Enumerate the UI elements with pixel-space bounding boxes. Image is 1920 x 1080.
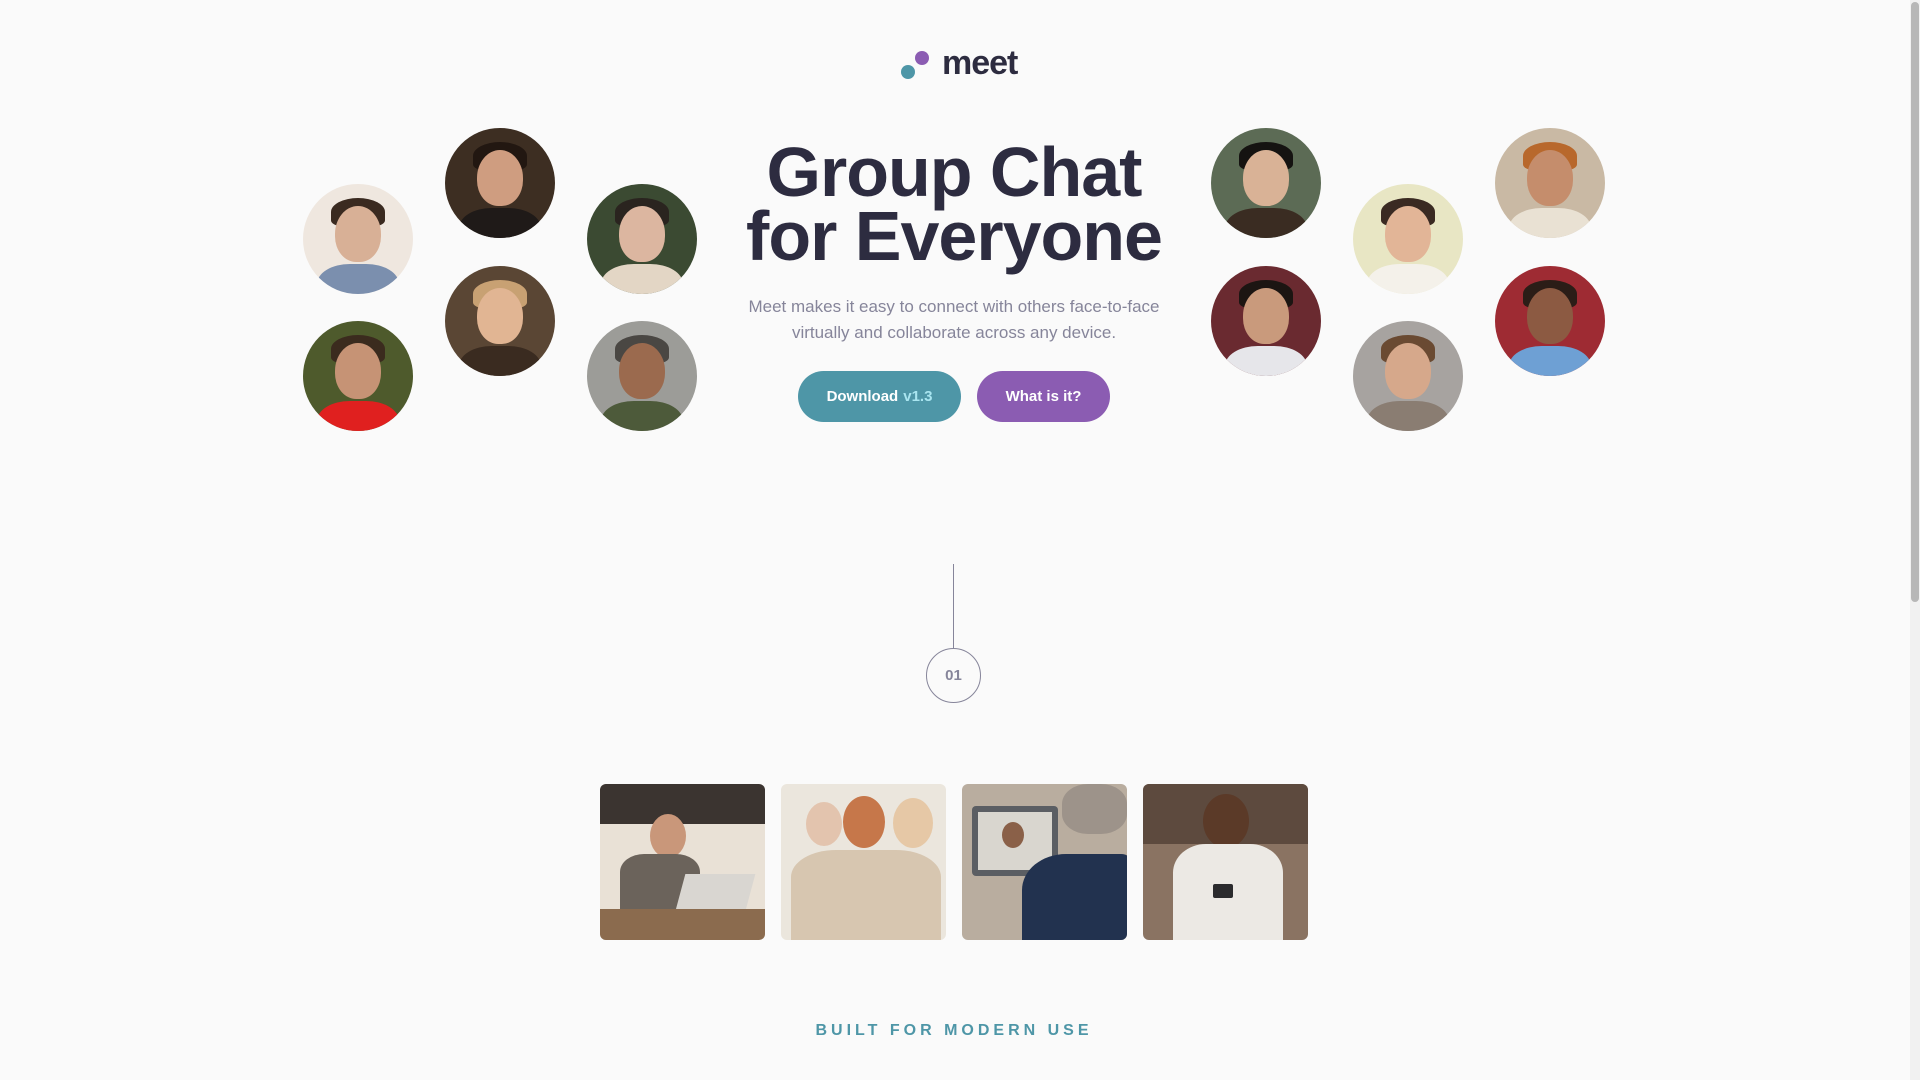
woman-laptop-photo xyxy=(600,784,765,940)
logo[interactable]: meet xyxy=(900,44,1018,83)
step-connector-line xyxy=(953,564,954,649)
page-scrollbar[interactable] xyxy=(1910,0,1920,1080)
logo-text: meet xyxy=(942,44,1018,82)
man-phone-photo xyxy=(1143,784,1308,940)
download-version: v1.3 xyxy=(903,388,933,405)
avatar-left-3 xyxy=(445,128,555,238)
what-is-it-label: What is it? xyxy=(1005,388,1082,405)
hero-title-line-1: Group Chat xyxy=(766,133,1143,211)
avatar-right-3 xyxy=(1353,184,1463,294)
hero-description: Meet makes it easy to connect with other… xyxy=(748,297,1160,342)
avatar-left-1 xyxy=(303,184,413,294)
what-is-it-button[interactable]: What is it? xyxy=(977,371,1110,422)
avatar-left-2 xyxy=(303,321,413,431)
video-call-photo xyxy=(962,784,1127,940)
avatar-right-2 xyxy=(1211,266,1321,376)
avatar-right-1 xyxy=(1211,128,1321,238)
step-number-badge: 01 xyxy=(926,648,981,703)
hero-title-line-2: for Everyone xyxy=(746,197,1163,275)
section-label: BUILT FOR MODERN USE xyxy=(815,1022,1093,1039)
avatar-right-5 xyxy=(1495,128,1605,238)
hero-title: Group Chat for Everyone xyxy=(700,133,1208,275)
avatar-right-4 xyxy=(1353,321,1463,431)
avatar-left-5 xyxy=(587,184,697,294)
women-phone-photo xyxy=(781,784,946,940)
download-button[interactable]: Download v1.3 xyxy=(798,371,961,422)
step-number: 01 xyxy=(945,667,962,684)
scrollbar-thumb[interactable] xyxy=(1911,2,1919,602)
avatar-right-6 xyxy=(1495,266,1605,376)
avatar-left-4 xyxy=(445,266,555,376)
download-label: Download xyxy=(826,388,899,405)
avatar-left-6 xyxy=(587,321,697,431)
logo-mark-icon xyxy=(900,46,930,82)
